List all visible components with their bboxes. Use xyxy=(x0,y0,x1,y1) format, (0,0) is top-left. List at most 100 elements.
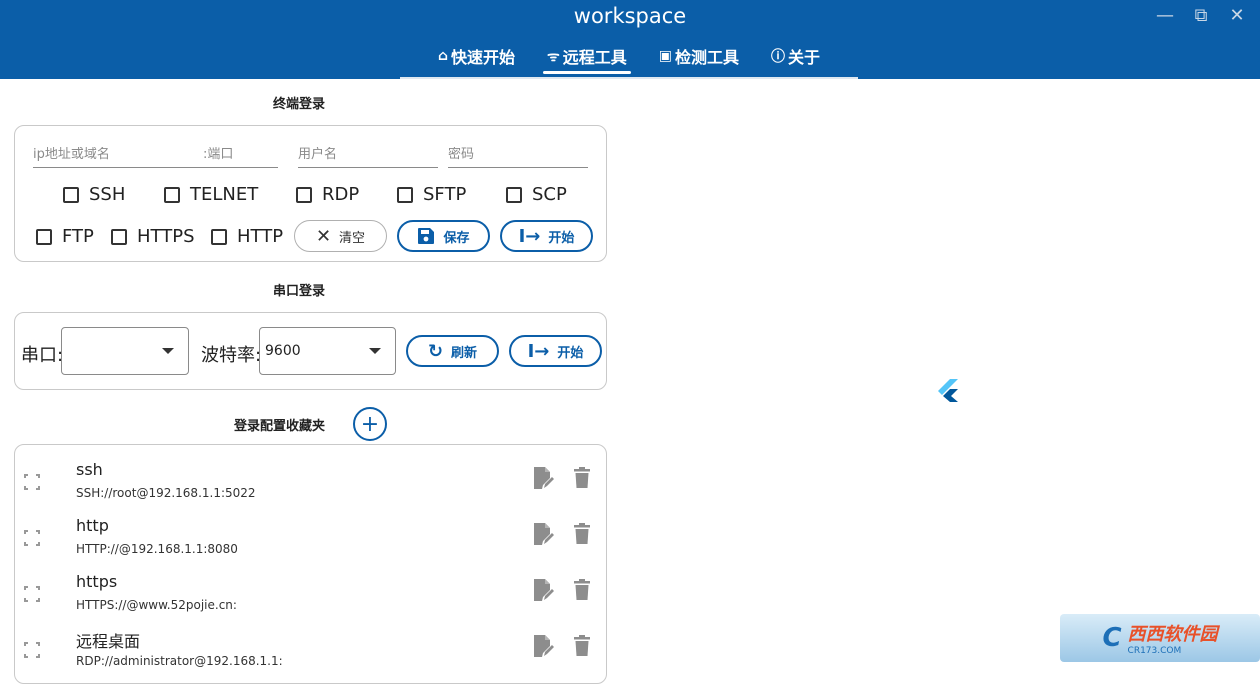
favorites-title: 登录配置收藏夹 xyxy=(234,419,326,434)
favorite-item-http[interactable]: http HTTP://@192.168.1.1:8080 xyxy=(16,512,604,568)
favorite-name: ssh xyxy=(76,460,103,479)
edit-icon[interactable] xyxy=(532,466,554,490)
refresh-button[interactable]: ↻ 刷新 xyxy=(406,335,499,367)
checkbox-rdp[interactable]: RDP xyxy=(296,184,359,205)
checkbox-https[interactable]: HTTPS xyxy=(111,226,195,247)
minimize-icon[interactable]: — xyxy=(1154,4,1176,26)
tab-bar: ⌂ 快速开始 ᯤ 远程工具 ▣ 检测工具 ⓘ 关于 xyxy=(400,40,858,79)
watermark-en: CR173.COM xyxy=(1127,646,1182,656)
watermark-logo: C 西西软件园 CR173.COM xyxy=(1060,614,1260,662)
checkbox-label: SSH xyxy=(89,184,126,205)
username-input[interactable] xyxy=(298,147,438,162)
baud-rate-select[interactable]: 9600 xyxy=(259,327,396,375)
favorite-url: SSH://root@192.168.1.1:5022 xyxy=(76,486,256,500)
serial-login-title: 串口登录 xyxy=(273,284,326,299)
password-field[interactable] xyxy=(448,140,588,168)
tab-label: 检测工具 xyxy=(675,48,740,67)
delete-icon[interactable] xyxy=(572,466,592,490)
tab-remote-tools[interactable]: ᯤ 远程工具 xyxy=(531,40,643,74)
delete-icon[interactable] xyxy=(572,522,592,546)
tab-label: 关于 xyxy=(788,48,821,67)
maximize-icon[interactable]: ⧉ xyxy=(1190,4,1212,26)
checkbox-label: HTTP xyxy=(237,226,284,247)
port-input[interactable] xyxy=(203,147,278,162)
save-button[interactable]: 保存 xyxy=(397,220,490,252)
terminal-login-card: SSH TELNET RDP SFTP SCP FTP HTTPS HTTP ✕… xyxy=(14,125,607,262)
tab-quick-start[interactable]: ⌂ 快速开始 xyxy=(422,40,531,72)
favorite-item-ssh[interactable]: ssh SSH://root@192.168.1.1:5022 xyxy=(16,456,604,512)
favorite-url: RDP://administrator@192.168.1.1: xyxy=(76,654,283,668)
tab-label: 远程工具 xyxy=(562,48,627,67)
tab-bar-divider xyxy=(400,77,858,79)
checkbox-label: TELNET xyxy=(190,184,259,205)
window-controls: — ⧉ ✕ xyxy=(1154,4,1248,26)
edit-icon[interactable] xyxy=(532,634,554,658)
host-input[interactable] xyxy=(33,147,203,162)
username-field[interactable] xyxy=(298,140,438,168)
clear-button-label: 清空 xyxy=(339,230,366,246)
save-button-label: 保存 xyxy=(443,230,470,246)
serial-start-button[interactable]: I→ 开始 xyxy=(509,335,602,367)
serial-port-select[interactable] xyxy=(61,327,189,375)
flutter-logo-icon xyxy=(938,379,958,402)
tab-label: 快速开始 xyxy=(450,48,515,67)
delete-icon[interactable] xyxy=(572,634,592,658)
edit-icon[interactable] xyxy=(532,578,554,602)
close-icon: ✕ xyxy=(315,225,332,247)
login-arrow-icon: I→ xyxy=(527,340,550,362)
close-icon[interactable]: ✕ xyxy=(1226,4,1248,26)
checkbox-label: RDP xyxy=(322,184,360,205)
drag-handle-icon[interactable] xyxy=(24,530,40,546)
checkbox-box xyxy=(111,228,127,245)
checkbox-box xyxy=(63,186,79,203)
baud-rate-label: 波特率: xyxy=(201,345,262,366)
checkbox-ssh[interactable]: SSH xyxy=(63,184,125,205)
favorite-item-rdp[interactable]: 远程桌面 RDP://administrator@192.168.1.1: xyxy=(16,624,604,668)
password-input[interactable] xyxy=(448,147,588,162)
checkbox-box xyxy=(506,186,522,203)
checkbox-box xyxy=(211,228,227,245)
checkbox-box xyxy=(296,186,312,203)
favorite-item-https[interactable]: https HTTPS://@www.52pojie.cn: xyxy=(16,568,604,624)
checkbox-telnet[interactable]: TELNET xyxy=(164,184,258,205)
app-header: workspace — ⧉ ✕ ⌂ 快速开始 ᯤ 远程工具 ▣ 检测工具 ⓘ 关… xyxy=(0,0,1260,79)
refresh-button-label: 刷新 xyxy=(451,345,478,361)
drag-handle-icon[interactable] xyxy=(24,474,40,490)
host-field[interactable] xyxy=(33,140,203,168)
refresh-icon: ↻ xyxy=(427,340,444,362)
checkbox-http[interactable]: HTTP xyxy=(211,226,283,247)
info-icon: ⓘ xyxy=(771,49,786,65)
watermark-emblem: C xyxy=(1102,623,1122,653)
checkbox-sftp[interactable]: SFTP xyxy=(397,184,466,205)
serial-port-label: 串口: xyxy=(21,345,64,366)
terminal-login-title: 终端登录 xyxy=(273,97,326,112)
checkbox-ftp[interactable]: FTP xyxy=(36,226,94,247)
favorite-name: http xyxy=(76,516,109,535)
start-login-button[interactable]: I→ 开始 xyxy=(500,220,593,252)
checkbox-box xyxy=(397,186,413,203)
login-arrow-icon: I→ xyxy=(518,225,541,247)
delete-icon[interactable] xyxy=(572,578,592,602)
drag-handle-icon[interactable] xyxy=(24,642,40,658)
tab-detection-tools[interactable]: ▣ 检测工具 xyxy=(643,40,755,72)
window-title: workspace xyxy=(573,4,687,28)
checkbox-label: FTP xyxy=(62,226,94,247)
tab-about[interactable]: ⓘ 关于 xyxy=(755,40,836,72)
baud-rate-value: 9600 xyxy=(265,343,301,359)
favorite-url: HTTP://@192.168.1.1:8080 xyxy=(76,542,238,556)
edit-icon[interactable] xyxy=(532,522,554,546)
checkbox-box xyxy=(164,186,180,203)
save-icon xyxy=(418,228,435,244)
add-favorite-button[interactable]: + xyxy=(353,407,387,441)
serial-start-label: 开始 xyxy=(557,345,584,361)
drag-handle-icon[interactable] xyxy=(24,586,40,602)
checkbox-scp[interactable]: SCP xyxy=(506,184,567,205)
dropdown-caret-icon xyxy=(369,348,381,354)
dropdown-caret-icon xyxy=(162,348,174,354)
clear-button[interactable]: ✕ 清空 xyxy=(294,220,387,252)
favorite-name: https xyxy=(76,572,118,591)
checkbox-box xyxy=(36,228,52,245)
port-field[interactable] xyxy=(203,140,278,168)
checkbox-label: HTTPS xyxy=(137,226,195,247)
terminal-icon: ▣ xyxy=(658,48,673,64)
